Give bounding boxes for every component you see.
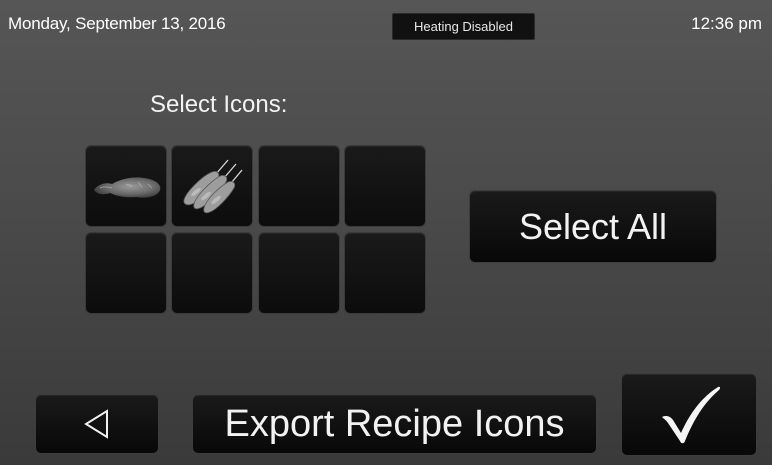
corn-dogs-icon [183, 159, 243, 214]
checkmark-icon [662, 386, 721, 443]
icon-tile-4[interactable] [344, 145, 426, 227]
status-date: Monday, September 13, 2016 [8, 14, 226, 33]
back-triangle-icon [84, 409, 108, 439]
select-all-button[interactable]: Select All [469, 190, 717, 263]
page-title: Select Icons: [150, 91, 288, 118]
icon-tile-8[interactable] [344, 232, 426, 314]
status-bar: Monday, September 13, 2016 Heating Disab… [0, 0, 772, 40]
export-recipe-icons-button[interactable]: Export Recipe Icons [192, 394, 597, 454]
icon-tile-6[interactable] [171, 232, 253, 314]
export-label: Export Recipe Icons [224, 402, 565, 445]
drumstick-icon [94, 177, 161, 198]
icon-tile-1[interactable] [85, 145, 167, 227]
icon-tile-2[interactable] [171, 145, 253, 227]
icon-tile-3[interactable] [258, 145, 340, 227]
icon-tile-5[interactable] [85, 232, 167, 314]
icon-tile-7[interactable] [258, 232, 340, 314]
status-time: 12:36 pm [691, 14, 762, 33]
select-all-label: Select All [518, 205, 668, 247]
back-button[interactable] [35, 394, 159, 454]
heating-status-badge: Heating Disabled [392, 13, 535, 40]
confirm-button[interactable] [621, 373, 757, 456]
